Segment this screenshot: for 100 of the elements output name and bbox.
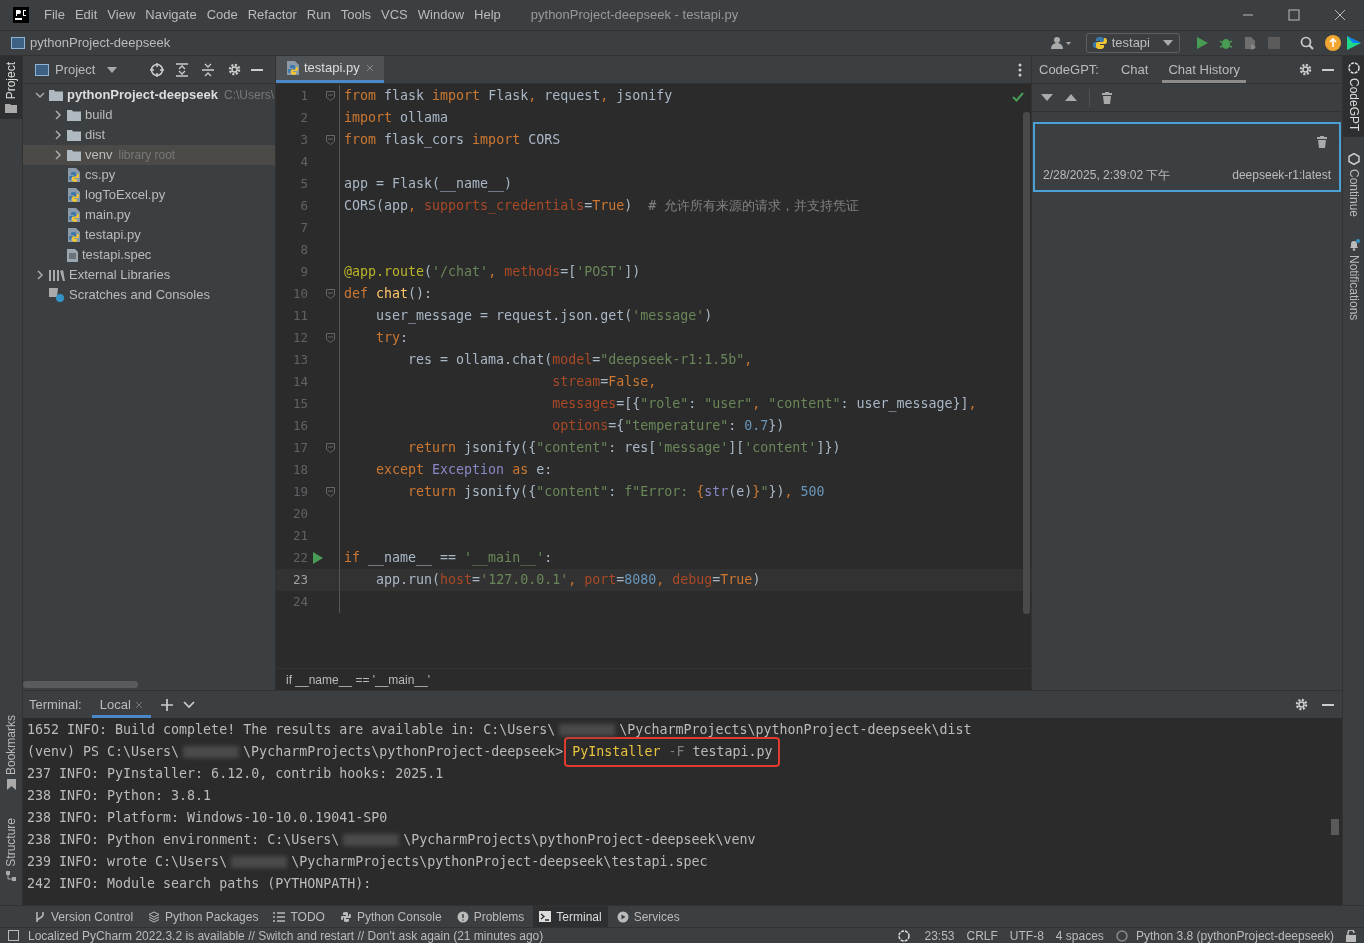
fold-icon[interactable] xyxy=(326,91,335,101)
line-number: 9 xyxy=(299,262,308,281)
menu-item[interactable]: Edit xyxy=(70,5,102,25)
python-file-icon xyxy=(67,168,81,182)
tool-window-button[interactable]: Bookmarks xyxy=(0,711,22,795)
locate-icon[interactable] xyxy=(150,62,164,77)
tree-item[interactable]: build xyxy=(23,105,275,125)
run-icon[interactable] xyxy=(1195,36,1209,50)
run-icon[interactable] xyxy=(313,552,323,564)
menu-item[interactable]: Navigate xyxy=(141,5,201,25)
tree-item[interactable]: dist xyxy=(23,125,275,145)
folder-icon xyxy=(67,129,81,141)
hexagon-icon xyxy=(1347,153,1360,166)
code-line: stream=False, xyxy=(551,373,657,392)
menu-item[interactable]: View xyxy=(103,5,140,25)
trash-icon[interactable] xyxy=(1317,136,1327,148)
close-icon[interactable] xyxy=(1334,9,1346,21)
panel-tab[interactable]: Chat History xyxy=(1162,56,1246,83)
panel-title-dropdown[interactable]: Project xyxy=(55,59,118,80)
status-item[interactable]: 23:53 xyxy=(924,926,955,943)
menu-item[interactable]: Tools xyxy=(336,5,376,25)
coverage-icon[interactable] xyxy=(1243,36,1257,50)
settings-icon[interactable] xyxy=(228,63,241,76)
python-file-icon xyxy=(67,208,81,222)
folder-icon xyxy=(5,103,17,114)
lock-icon[interactable] xyxy=(1346,929,1356,942)
line-number: 10 xyxy=(291,284,308,303)
fold-icon[interactable] xyxy=(326,443,335,453)
settings-icon[interactable] xyxy=(1299,63,1312,76)
scrollbar[interactable] xyxy=(1023,112,1030,614)
status-item[interactable]: Python 3.8 (pythonProject-deepseek) xyxy=(1135,926,1334,943)
debug-icon[interactable] xyxy=(1219,36,1233,50)
fold-icon[interactable] xyxy=(326,289,335,299)
up-icon[interactable] xyxy=(1065,94,1077,101)
breadcrumb-item[interactable]: pythonProject-deepseek xyxy=(30,33,171,53)
trash-icon[interactable] xyxy=(1102,91,1112,104)
down-icon[interactable] xyxy=(1041,94,1053,101)
terminal-line: 238 INFO: Python: 3.8.1 xyxy=(27,787,212,806)
breadcrumb-item[interactable]: if __name__ == '__main__' xyxy=(286,670,431,689)
fold-icon[interactable] xyxy=(326,333,335,343)
history-card[interactable]: 2/28/2025, 2:39:02 下午 deepseek-r1:latest xyxy=(1033,122,1341,192)
tool-window-tab[interactable]: Version Control xyxy=(28,906,140,927)
expand-all-icon[interactable] xyxy=(176,62,188,77)
menu-item[interactable]: Code xyxy=(202,5,242,25)
tree-item[interactable]: Scratches and Consoles xyxy=(23,285,275,305)
editor-tab[interactable]: testapi.py xyxy=(276,56,384,83)
tool-window-tab[interactable]: Python Console xyxy=(333,906,448,927)
tool-window-button[interactable]: CodeGPT xyxy=(1343,56,1364,138)
tool-window-tab[interactable]: Terminal xyxy=(533,906,608,927)
panel-toggle-icon[interactable] xyxy=(8,930,19,941)
status-item[interactable]: UTF-8 xyxy=(1009,926,1044,943)
tool-window-button[interactable]: Project xyxy=(0,56,22,120)
session-tab[interactable]: Local xyxy=(91,691,151,718)
python-file-icon xyxy=(67,228,81,242)
tool-window-button[interactable]: Continue xyxy=(1343,147,1364,224)
fold-icon[interactable] xyxy=(326,487,335,497)
search-icon[interactable] xyxy=(1300,36,1314,50)
plugin-logo-icon[interactable] xyxy=(1346,35,1362,51)
folder-icon xyxy=(49,89,63,101)
menu-item[interactable]: Run xyxy=(302,5,335,25)
tree-item[interactable]: cs.py xyxy=(23,165,275,185)
menu-item[interactable]: VCS xyxy=(377,5,412,25)
tree-item[interactable]: testapi.spec xyxy=(23,245,275,265)
chevron-down-icon[interactable] xyxy=(182,700,195,709)
tool-window-tab[interactable]: Services xyxy=(610,906,686,927)
more-icon[interactable] xyxy=(1018,62,1022,77)
user-icon[interactable] xyxy=(1049,36,1072,50)
status-item[interactable]: 4 spaces xyxy=(1055,926,1104,943)
panel-tab[interactable]: Chat xyxy=(1115,56,1155,83)
code-line: CORS(app, supports_credentials=True) # 允许所有来源的请求，并支持凭证 xyxy=(343,197,860,216)
settings-icon[interactable] xyxy=(1295,698,1308,711)
scrollbar[interactable] xyxy=(1331,819,1339,835)
tool-window-button[interactable]: Structure xyxy=(0,814,22,885)
menu-item[interactable]: File xyxy=(40,5,69,25)
tool-window-tab[interactable]: Problems xyxy=(450,906,531,927)
status-item[interactable]: CRLF xyxy=(966,926,998,943)
close-icon[interactable] xyxy=(134,700,143,709)
menu-item[interactable]: Window xyxy=(413,5,469,25)
run-config-dropdown[interactable]: testapi xyxy=(1085,33,1180,53)
tree-item[interactable]: testapi.py xyxy=(23,225,275,245)
tree-item[interactable]: main.py xyxy=(23,205,275,225)
add-icon[interactable] xyxy=(160,698,173,711)
tree-item[interactable]: pythonProject-deepseek C:\Users\ xyxy=(23,85,275,105)
code-line: if __name__ == '__main__': xyxy=(343,549,553,568)
fold-icon[interactable] xyxy=(326,135,335,145)
scrollbar[interactable] xyxy=(23,681,138,688)
collapse-all-icon[interactable] xyxy=(202,62,214,77)
tool-window-tab[interactable]: Python Packages xyxy=(142,906,265,927)
tool-window-tab[interactable]: TODO xyxy=(267,906,331,927)
history-date: 2/28/2025, 2:39:02 下午 xyxy=(1043,167,1171,184)
menu-item[interactable]: Refactor xyxy=(243,5,301,25)
line-number: 7 xyxy=(299,218,308,237)
tree-item[interactable]: External Libraries xyxy=(23,265,275,285)
menu-item[interactable]: Help xyxy=(470,5,505,25)
tool-window-button[interactable]: Notifications xyxy=(1343,233,1364,327)
status-message[interactable]: Localized PyCharm 2022.3.2 is available // Switch and restart // Don't ask again (21 minutes ago) xyxy=(28,926,544,943)
maximize-icon[interactable] xyxy=(1288,9,1300,21)
chevron-right-icon xyxy=(35,270,45,280)
tree-item[interactable]: logToExcel.py xyxy=(23,185,275,205)
update-icon[interactable] xyxy=(1325,35,1341,51)
